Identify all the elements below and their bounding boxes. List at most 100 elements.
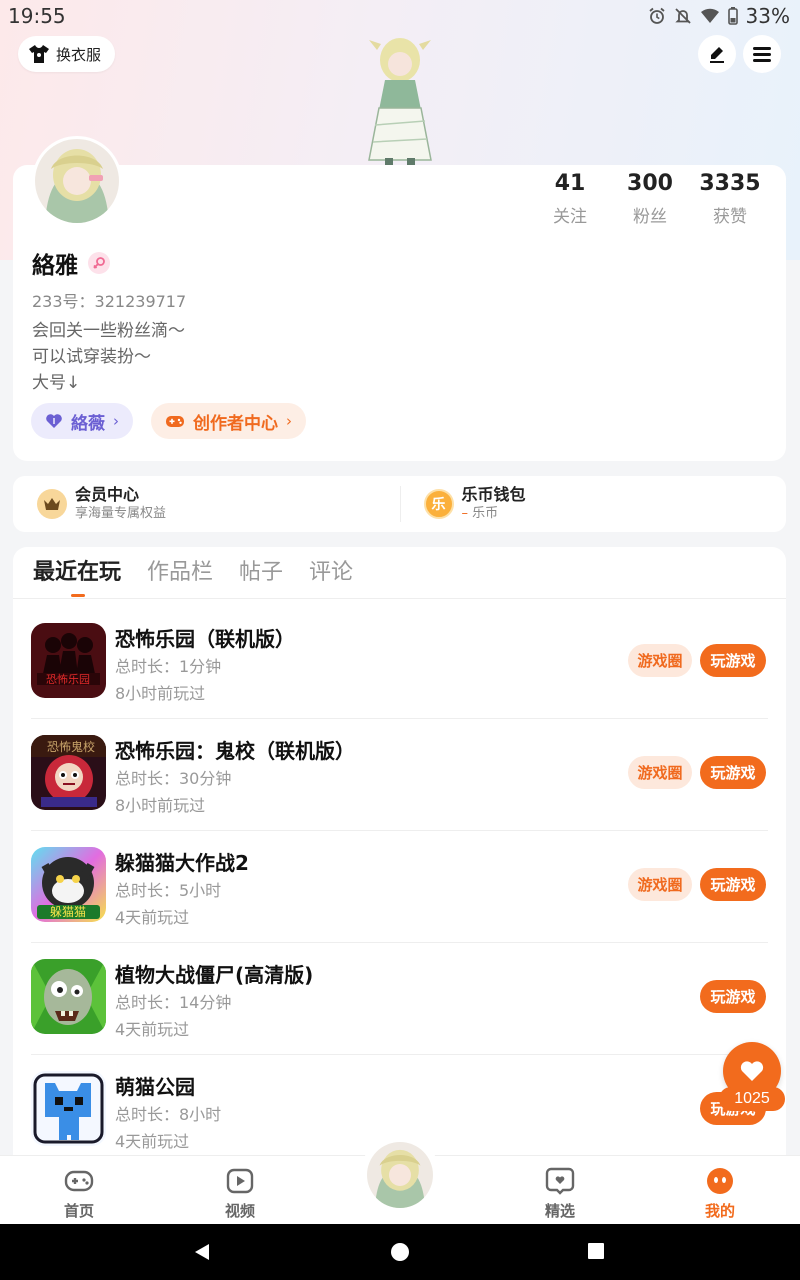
nav-video[interactable]: 视频	[200, 1166, 280, 1221]
game-row[interactable]: 恐怖乐园 恐怖乐园（联机版） 总时长：1分钟 8小时前玩过 游戏圈 玩游戏	[13, 607, 786, 719]
nav-featured[interactable]: 精选	[520, 1166, 600, 1221]
nav-label: 我的	[704, 1202, 735, 1220]
stat-likes[interactable]: 3335 获赞	[690, 170, 770, 227]
chevron-right-icon: ›	[113, 412, 119, 430]
game-last-played: 4天前玩过	[115, 1132, 190, 1151]
stat-label: 关注	[553, 207, 587, 227]
like-count: 1025	[719, 1087, 785, 1111]
avatar-image	[35, 139, 119, 223]
stat-value: 3335	[699, 171, 761, 196]
heart-chat-icon	[545, 1167, 575, 1195]
divider	[13, 598, 786, 599]
home-icon[interactable]	[390, 1242, 410, 1262]
menu-button[interactable]	[743, 35, 781, 73]
battery-percentage: 33%	[745, 4, 790, 28]
play-game-button[interactable]: 玩游戏	[700, 980, 766, 1013]
game-title: 恐怖乐园：鬼校（联机版）	[115, 739, 355, 763]
status-time: 19:55	[8, 4, 66, 28]
game-title: 植物大战僵尸(高清版)	[115, 963, 314, 987]
wallet-title: 乐币钱包	[461, 485, 526, 504]
linked-account-button[interactable]: 絡薇 ›	[31, 403, 133, 439]
stat-value: 300	[627, 171, 673, 196]
svg-text:恐怖乐园: 恐怖乐园	[46, 672, 90, 686]
game-row[interactable]: 恐怖鬼校 恐怖乐园：鬼校（联机版） 总时长：30分钟 8小时前玩过 游戏圈 玩游…	[13, 719, 786, 831]
nav-home[interactable]: 首页	[39, 1166, 119, 1221]
vip-subtitle: 享海量专属权益	[75, 506, 167, 521]
profile-avatar[interactable]	[32, 136, 122, 226]
game-duration: 总时长：1分钟	[115, 657, 222, 676]
stat-value: 41	[554, 171, 586, 196]
coin-icon-char: 乐	[431, 497, 446, 513]
wallet-entry[interactable]: 乐 乐币钱包 – 乐币	[399, 476, 787, 532]
alarm-icon	[648, 7, 665, 24]
wallet-unit: 乐币	[472, 506, 499, 521]
chevron-right-icon: ›	[286, 412, 292, 430]
play-game-button[interactable]: 玩游戏	[700, 756, 766, 789]
creator-center-label: 创作者中心	[193, 413, 278, 434]
menu-icon	[753, 47, 771, 62]
game-circle-button[interactable]: 游戏圈	[628, 644, 692, 677]
nav-label: 精选	[544, 1202, 575, 1220]
coin-icon: 乐	[423, 489, 454, 519]
nav-me[interactable]: 我的	[680, 1166, 760, 1221]
outfit-button[interactable]: 换衣服	[18, 36, 116, 72]
tab-recently-played[interactable]: 最近在玩	[33, 557, 121, 597]
me-face-icon	[707, 1168, 733, 1194]
bio-line: 大号↓	[32, 373, 81, 393]
game-duration: 总时长：8小时	[115, 1105, 222, 1124]
content-tabs: 最近在玩 作品栏 帖子 评论	[33, 557, 353, 597]
tab-works[interactable]: 作品栏	[147, 557, 213, 597]
system-nav-bar	[0, 1224, 800, 1280]
play-game-button[interactable]: 玩游戏	[700, 644, 766, 677]
game-last-played: 8小时前玩过	[115, 684, 206, 703]
bio-line: 会回关一些粉丝滴～	[32, 321, 185, 341]
gamepad-icon	[166, 416, 184, 427]
game-last-played: 8小时前玩过	[115, 796, 206, 815]
stat-label: 粉丝	[633, 207, 667, 227]
game-icon-cat-park[interactable]	[31, 1071, 106, 1146]
wallet-subtitle: – 乐币	[462, 505, 526, 523]
username-text: 絡雅	[32, 253, 78, 279]
heart-icon	[740, 1061, 764, 1081]
nav-avatar-button[interactable]	[360, 1135, 440, 1215]
game-title: 恐怖乐园（联机版）	[115, 627, 295, 651]
stat-label: 获赞	[713, 207, 747, 227]
game-circle-button[interactable]: 游戏圈	[628, 756, 692, 789]
game-icon-pvz[interactable]	[31, 959, 106, 1034]
game-icon-horror-park[interactable]: 恐怖乐园	[31, 623, 106, 698]
game-row[interactable]: 躲猫猫 躲猫猫大作战2 总时长：5小时 4天前玩过 游戏圈 玩游戏	[13, 831, 786, 943]
avatar-character-figure[interactable]	[355, 30, 445, 166]
tab-posts[interactable]: 帖子	[239, 557, 283, 597]
tab-comments[interactable]: 评论	[309, 557, 353, 597]
game-duration: 总时长：5小时	[115, 881, 222, 900]
status-bar: 19:55 33%	[0, 0, 800, 32]
battery-icon	[727, 7, 738, 25]
game-title: 萌猫公园	[115, 1075, 195, 1099]
recents-icon[interactable]	[587, 1242, 605, 1260]
game-circle-button[interactable]: 游戏圈	[628, 868, 692, 901]
back-icon[interactable]	[192, 1242, 212, 1262]
game-duration: 总时长：14分钟	[115, 993, 232, 1012]
game-icon-horror-school[interactable]: 恐怖鬼校	[31, 735, 106, 810]
bio-line: 可以试穿装扮～	[32, 347, 151, 367]
heart-icon	[46, 414, 62, 428]
game-row[interactable]: 植物大战僵尸(高清版) 总时长：14分钟 4天前玩过 玩游戏	[13, 943, 786, 1055]
username: 絡雅	[32, 246, 110, 280]
play-game-button[interactable]: 玩游戏	[700, 868, 766, 901]
game-last-played: 4天前玩过	[115, 1020, 190, 1039]
mute-bell-icon	[674, 8, 691, 24]
pen-icon	[710, 47, 724, 63]
edit-profile-button[interactable]	[698, 35, 736, 73]
user-id: 233号：321239717	[32, 292, 187, 311]
game-duration: 总时长：30分钟	[115, 769, 232, 788]
linked-account-label: 絡薇	[71, 413, 105, 434]
vip-center-entry[interactable]: 会员中心 享海量专属权益	[13, 476, 400, 532]
game-icon-hide-and-seek-cat[interactable]: 躲猫猫	[31, 847, 106, 922]
member-card: 会员中心 享海量专属权益 乐 乐币钱包 – 乐币	[13, 476, 786, 532]
stat-following[interactable]: 41 关注	[530, 170, 610, 227]
game-last-played: 4天前玩过	[115, 908, 190, 927]
bio: 会回关一些粉丝滴～ 可以试穿装扮～ 大号↓	[32, 318, 185, 396]
creator-center-button[interactable]: 创作者中心 ›	[151, 403, 306, 439]
status-icons: 33%	[648, 4, 790, 28]
stat-followers[interactable]: 300 粉丝	[610, 170, 690, 227]
